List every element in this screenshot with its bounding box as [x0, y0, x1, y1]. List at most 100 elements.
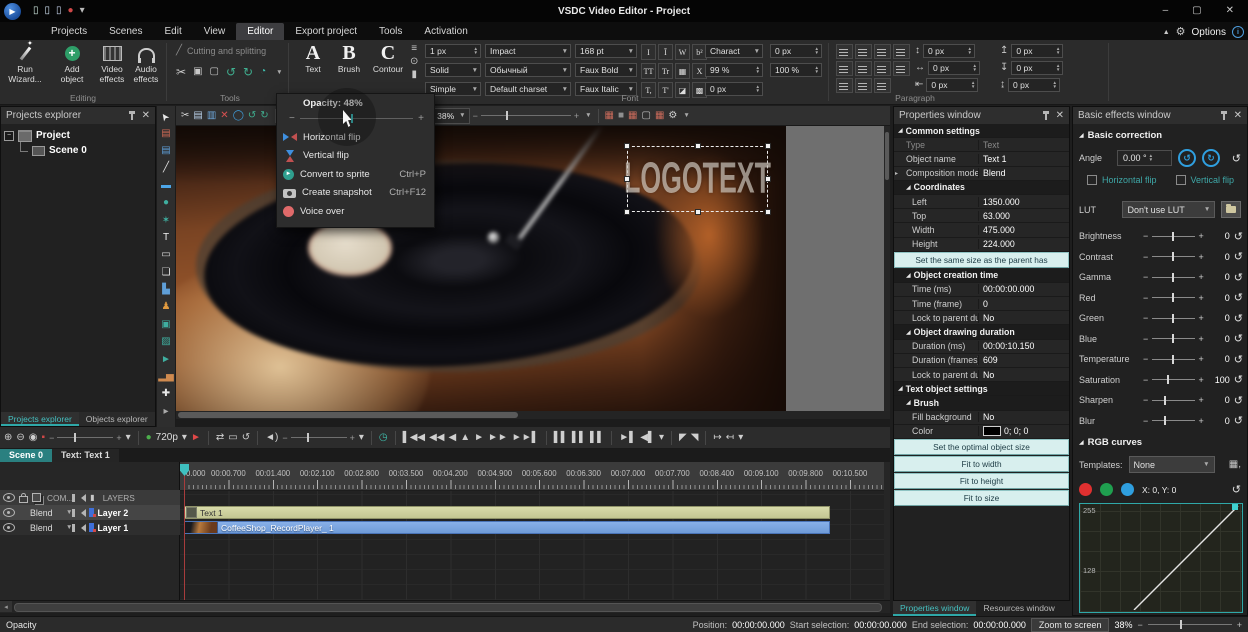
pin-icon[interactable] — [131, 112, 133, 120]
shift-left-icon[interactable]: ↤ — [726, 432, 734, 443]
line-tool-icon[interactable]: ╱ — [158, 160, 174, 176]
prev-frame-icon[interactable]: ◀ — [448, 432, 456, 443]
property-row-time-ms[interactable]: Time (ms)00:00:00.000 — [894, 283, 1069, 297]
to-marker-prev-icon[interactable]: ◀▌ — [640, 432, 655, 443]
info-icon[interactable]: i — [1232, 26, 1244, 38]
canvas-horizontal-scrollbar[interactable] — [176, 411, 890, 419]
lock-icon[interactable] — [19, 496, 28, 503]
rgb-curve-graph[interactable]: 255 128 — [1079, 503, 1243, 613]
lut-select[interactable]: Don't use LUT▼ — [1122, 201, 1215, 218]
shift-right-icon[interactable]: ↦ — [713, 432, 721, 443]
flow-a-icon[interactable] — [836, 78, 853, 93]
settings-gear-icon[interactable]: ⚙ — [668, 111, 677, 121]
clip-video-1[interactable]: CoffeeShop_RecordPlayer_ 1 — [184, 521, 830, 534]
menu-item[interactable]: Projects — [40, 23, 98, 40]
selection-handle[interactable] — [765, 176, 771, 182]
cursor-tool-icon[interactable]: ➤ — [155, 105, 178, 128]
property-row-left[interactable]: Left1350.000 — [894, 195, 1069, 209]
flow-c-icon[interactable] — [874, 78, 891, 93]
minus-icon[interactable]: − — [1143, 334, 1148, 344]
crop-icon[interactable]: ▢ — [210, 67, 219, 77]
clock-icon[interactable]: ◷ — [379, 432, 388, 443]
maximize-icon[interactable]: ▢ — [1192, 6, 1201, 16]
angle-spinner[interactable]: 0.00 ° ▲▼ — [1117, 150, 1172, 166]
property-row-time-frame[interactable]: Time (frame)0 — [894, 297, 1069, 311]
slider-track[interactable] — [1152, 277, 1194, 278]
go-end-icon[interactable]: ►►▌ — [512, 432, 539, 443]
text-tool-icon[interactable]: T — [158, 230, 174, 246]
context-menu-item-voice-over[interactable]: Voice over — [277, 202, 434, 221]
plus-icon[interactable]: + — [1199, 252, 1204, 262]
vflip-checkbox[interactable] — [1176, 175, 1186, 185]
timeline-zoom-slider[interactable] — [1148, 624, 1232, 625]
delete-icon[interactable]: ✕ — [220, 111, 228, 121]
image-tool-icon[interactable]: ▣ — [158, 317, 174, 333]
pin-icon[interactable] — [1223, 112, 1225, 120]
selection-handle[interactable] — [765, 143, 771, 149]
tab-scene[interactable]: Scene 0 — [0, 449, 52, 462]
green-channel-icon[interactable] — [1100, 483, 1113, 496]
red-channel-icon[interactable] — [1079, 483, 1092, 496]
paragraph-spinner[interactable]: 0 px▲▼ — [1011, 44, 1063, 58]
selection-handle[interactable] — [695, 143, 701, 149]
context-menu-item-vertical-flip[interactable]: Vertical flip — [277, 147, 434, 166]
spinner-arrows-icon[interactable]: ▲▼ — [971, 81, 975, 90]
zoom-to-screen-button[interactable]: Zoom to screen — [1031, 618, 1110, 632]
visibility-icon[interactable] — [3, 493, 15, 502]
flow-b-icon[interactable] — [855, 78, 872, 93]
cutting-splitting-row[interactable]: ╱ Cutting and splitting — [176, 46, 266, 56]
slider-gamma[interactable]: Gamma−+0↺ — [1073, 267, 1247, 288]
plus-icon[interactable]: + — [1199, 231, 1204, 241]
minus-icon[interactable]: − — [1143, 252, 1148, 262]
wordart-icon[interactable]: W — [675, 44, 690, 60]
distribute-icon[interactable] — [893, 61, 910, 76]
reset-icon[interactable]: ↺ — [1234, 353, 1243, 366]
context-menu-item-convert-to-sprite[interactable]: ►Convert to spriteCtrl+P — [277, 165, 434, 184]
tooltip-tool-icon[interactable]: ❏ — [158, 265, 174, 281]
video-tool-icon[interactable]: ► — [158, 351, 174, 367]
mute-icon[interactable]: ◄) — [265, 432, 278, 443]
options-label[interactable]: Options — [1192, 27, 1226, 38]
property-row-duration-ms[interactable]: Duration (ms)00:00:10.150 — [894, 340, 1069, 354]
range-icon[interactable]: ▭ — [228, 432, 237, 443]
flag-end-icon[interactable]: ◥ — [691, 432, 699, 443]
reset-icon[interactable]: ↺ — [1234, 332, 1243, 345]
gradient-icon[interactable]: ◪ — [675, 82, 690, 98]
plus-icon[interactable]: + — [1199, 395, 1204, 405]
property-row-object-name[interactable]: Object nameText 1 — [894, 152, 1069, 166]
plus-icon[interactable]: + — [1237, 620, 1242, 630]
resolution-label[interactable]: 720p — [156, 432, 178, 443]
undo-icon[interactable]: ↺ — [248, 111, 256, 121]
property-value[interactable]: 609 — [978, 355, 1069, 365]
slider-track[interactable] — [1152, 400, 1194, 401]
minus-icon[interactable]: − — [1143, 293, 1148, 303]
slider-track[interactable] — [1152, 338, 1194, 339]
slider-track[interactable] — [1152, 318, 1194, 319]
paragraph-spinner[interactable]: 0 px▲▼ — [923, 44, 975, 58]
font-style-select[interactable]: Обычный▼ — [485, 63, 571, 77]
scissors-icon[interactable]: ✂ — [176, 66, 186, 78]
context-menu-item-create-snapshot[interactable]: Create snapshotCtrl+F12 — [277, 184, 434, 203]
menu-item[interactable]: Edit — [153, 23, 192, 40]
faux-bold-select[interactable]: Faux Bold▼ — [575, 63, 637, 77]
plus-icon[interactable]: + — [1199, 272, 1204, 282]
caret-down-icon[interactable]: ▼ — [276, 69, 282, 76]
close-icon[interactable]: ✕ — [1056, 111, 1064, 121]
shape-tool-icon[interactable]: ✶ — [158, 212, 174, 228]
contour-button[interactable]: C Contour — [368, 43, 408, 75]
save-project-icon[interactable]: ▯ — [56, 6, 62, 16]
properties-section-object-creation-time[interactable]: ◢Object creation time — [894, 269, 1069, 283]
lut-browse-button[interactable] — [1221, 201, 1241, 218]
property-value[interactable]: 0; 0; 0 — [978, 426, 1069, 436]
visibility-icon[interactable] — [3, 523, 15, 532]
slider-temperature[interactable]: Temperature−+0↺ — [1073, 349, 1247, 370]
template-grid-icon[interactable]: ▦, — [1229, 460, 1241, 470]
resolution-dot-icon[interactable]: ● — [146, 432, 152, 443]
fill-texture-icon[interactable]: ▦ — [675, 63, 690, 79]
tab-properties-window[interactable]: Properties window — [893, 601, 976, 616]
properties-button-set-the-same-size-as-the-parent-has[interactable]: Set the same size as the parent has — [894, 252, 1069, 268]
close-icon[interactable]: ✕ — [142, 111, 150, 121]
reset-icon[interactable]: ↺ — [1234, 394, 1243, 407]
menu-item[interactable]: Editor — [236, 23, 284, 40]
property-value[interactable]: 0 — [978, 299, 1069, 309]
